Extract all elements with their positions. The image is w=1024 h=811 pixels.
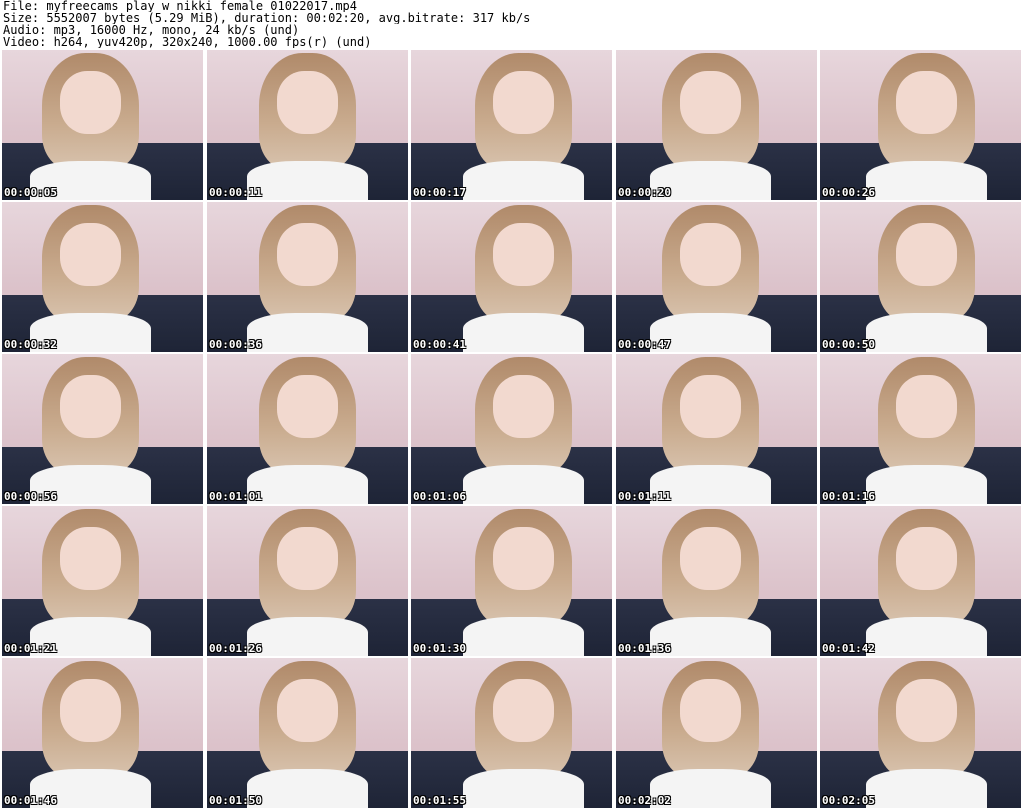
thumbnail-shirt [247, 465, 368, 504]
thumbnail-shirt [247, 313, 368, 352]
video-thumbnail: 00:01:11 [616, 354, 817, 504]
thumbnail-timestamp: 00:01:36 [618, 642, 671, 655]
thumbnail-face [60, 527, 121, 590]
thumbnail-face [277, 71, 338, 134]
video-thumbnail: 00:01:36 [616, 506, 817, 656]
thumbnail-timestamp: 00:00:05 [4, 186, 57, 199]
thumbnail-shirt [247, 617, 368, 656]
thumbnail-timestamp: 00:01:01 [209, 490, 262, 503]
thumbnail-shirt [866, 769, 987, 808]
thumbnail-timestamp: 00:01:30 [413, 642, 466, 655]
thumbnail-face [896, 527, 957, 590]
thumbnail-timestamp: 00:00:26 [822, 186, 875, 199]
video-thumbnail: 00:01:55 [411, 658, 612, 808]
thumbnail-shirt [463, 769, 584, 808]
video-thumbnail: 00:00:41 [411, 202, 612, 352]
video-thumbnail: 00:00:56 [2, 354, 203, 504]
thumbnail-face [60, 375, 121, 438]
thumbnail-shirt [463, 617, 584, 656]
thumbnail-face [896, 375, 957, 438]
thumbnail-timestamp: 00:00:11 [209, 186, 262, 199]
thumbnail-face [493, 71, 554, 134]
thumbnail-shirt [866, 617, 987, 656]
video-thumbnail: 00:02:05 [820, 658, 1021, 808]
video-thumbnail: 00:01:30 [411, 506, 612, 656]
video-thumbnail: 00:01:42 [820, 506, 1021, 656]
video-thumbnail: 00:00:20 [616, 50, 817, 200]
thumbnail-face [680, 375, 741, 438]
thumbnail-face [896, 679, 957, 742]
thumbnail-shirt [866, 465, 987, 504]
thumbnail-timestamp: 00:00:36 [209, 338, 262, 351]
thumbnail-face [680, 679, 741, 742]
video-line: Video: h264, yuv420p, 320x240, 1000.00 f… [3, 36, 372, 48]
thumbnail-grid: 00:00:05 00:00:11 00:00:17 00:00:20 00:00:26… [2, 50, 1022, 810]
thumbnail-face [896, 223, 957, 286]
video-thumbnail: 00:01:46 [2, 658, 203, 808]
thumbnail-timestamp: 00:00:50 [822, 338, 875, 351]
size-line: Size: 5552007 bytes (5.29 MiB), duration… [3, 12, 531, 24]
thumbnail-timestamp: 00:00:20 [618, 186, 671, 199]
thumbnail-timestamp: 00:00:41 [413, 338, 466, 351]
thumbnail-face [896, 71, 957, 134]
thumbnail-timestamp: 00:01:50 [209, 794, 262, 807]
video-thumbnail: 00:00:26 [820, 50, 1021, 200]
video-thumbnail: 00:00:32 [2, 202, 203, 352]
thumbnail-timestamp: 00:02:05 [822, 794, 875, 807]
thumbnail-shirt [463, 161, 584, 200]
video-thumbnail: 00:01:16 [820, 354, 1021, 504]
thumbnail-shirt [463, 465, 584, 504]
thumbnail-shirt [463, 313, 584, 352]
thumbnail-face [277, 375, 338, 438]
video-thumbnail: 00:00:17 [411, 50, 612, 200]
file-name-line: File: myfreecams_play_w_nikki_female_010… [3, 0, 358, 12]
thumbnail-shirt [866, 161, 987, 200]
thumbnail-timestamp: 00:01:06 [413, 490, 466, 503]
thumbnail-shirt [866, 313, 987, 352]
video-thumbnail: 00:01:26 [207, 506, 408, 656]
video-thumbnail: 00:01:06 [411, 354, 612, 504]
thumbnail-timestamp: 00:01:26 [209, 642, 262, 655]
thumbnail-face [60, 71, 121, 134]
video-thumbnail: 00:00:47 [616, 202, 817, 352]
thumbnail-face [277, 223, 338, 286]
video-thumbnail: 00:01:21 [2, 506, 203, 656]
thumbnail-timestamp: 00:00:17 [413, 186, 466, 199]
thumbnail-face [277, 679, 338, 742]
thumbnail-face [60, 679, 121, 742]
thumbnail-timestamp: 00:00:32 [4, 338, 57, 351]
video-thumbnail: 00:00:05 [2, 50, 203, 200]
thumbnail-timestamp: 00:01:16 [822, 490, 875, 503]
thumbnail-timestamp: 00:01:55 [413, 794, 466, 807]
thumbnail-timestamp: 00:01:42 [822, 642, 875, 655]
video-thumbnail: 00:01:50 [207, 658, 408, 808]
thumbnail-face [493, 527, 554, 590]
thumbnail-timestamp: 00:01:46 [4, 794, 57, 807]
thumbnail-face [493, 223, 554, 286]
thumbnail-timestamp: 00:00:56 [4, 490, 57, 503]
video-thumbnail: 00:00:50 [820, 202, 1021, 352]
video-thumbnail: 00:01:01 [207, 354, 408, 504]
thumbnail-shirt [247, 769, 368, 808]
thumbnail-face [680, 527, 741, 590]
thumbnail-face [680, 71, 741, 134]
thumbnail-timestamp: 00:00:47 [618, 338, 671, 351]
video-thumbnail: 00:02:02 [616, 658, 817, 808]
thumbnail-face [277, 527, 338, 590]
video-thumbnail: 00:00:11 [207, 50, 408, 200]
thumbnail-timestamp: 00:02:02 [618, 794, 671, 807]
thumbnail-timestamp: 00:01:11 [618, 490, 671, 503]
file-info-header: File: myfreecams_play_w_nikki_female_010… [3, 0, 1021, 48]
thumbnail-shirt [247, 161, 368, 200]
thumbnail-timestamp: 00:01:21 [4, 642, 57, 655]
thumbnail-face [493, 679, 554, 742]
video-thumbnail: 00:00:36 [207, 202, 408, 352]
thumbnail-face [680, 223, 741, 286]
audio-line: Audio: mp3, 16000 Hz, mono, 24 kb/s (und… [3, 24, 300, 36]
thumbnail-face [493, 375, 554, 438]
thumbnail-face [60, 223, 121, 286]
